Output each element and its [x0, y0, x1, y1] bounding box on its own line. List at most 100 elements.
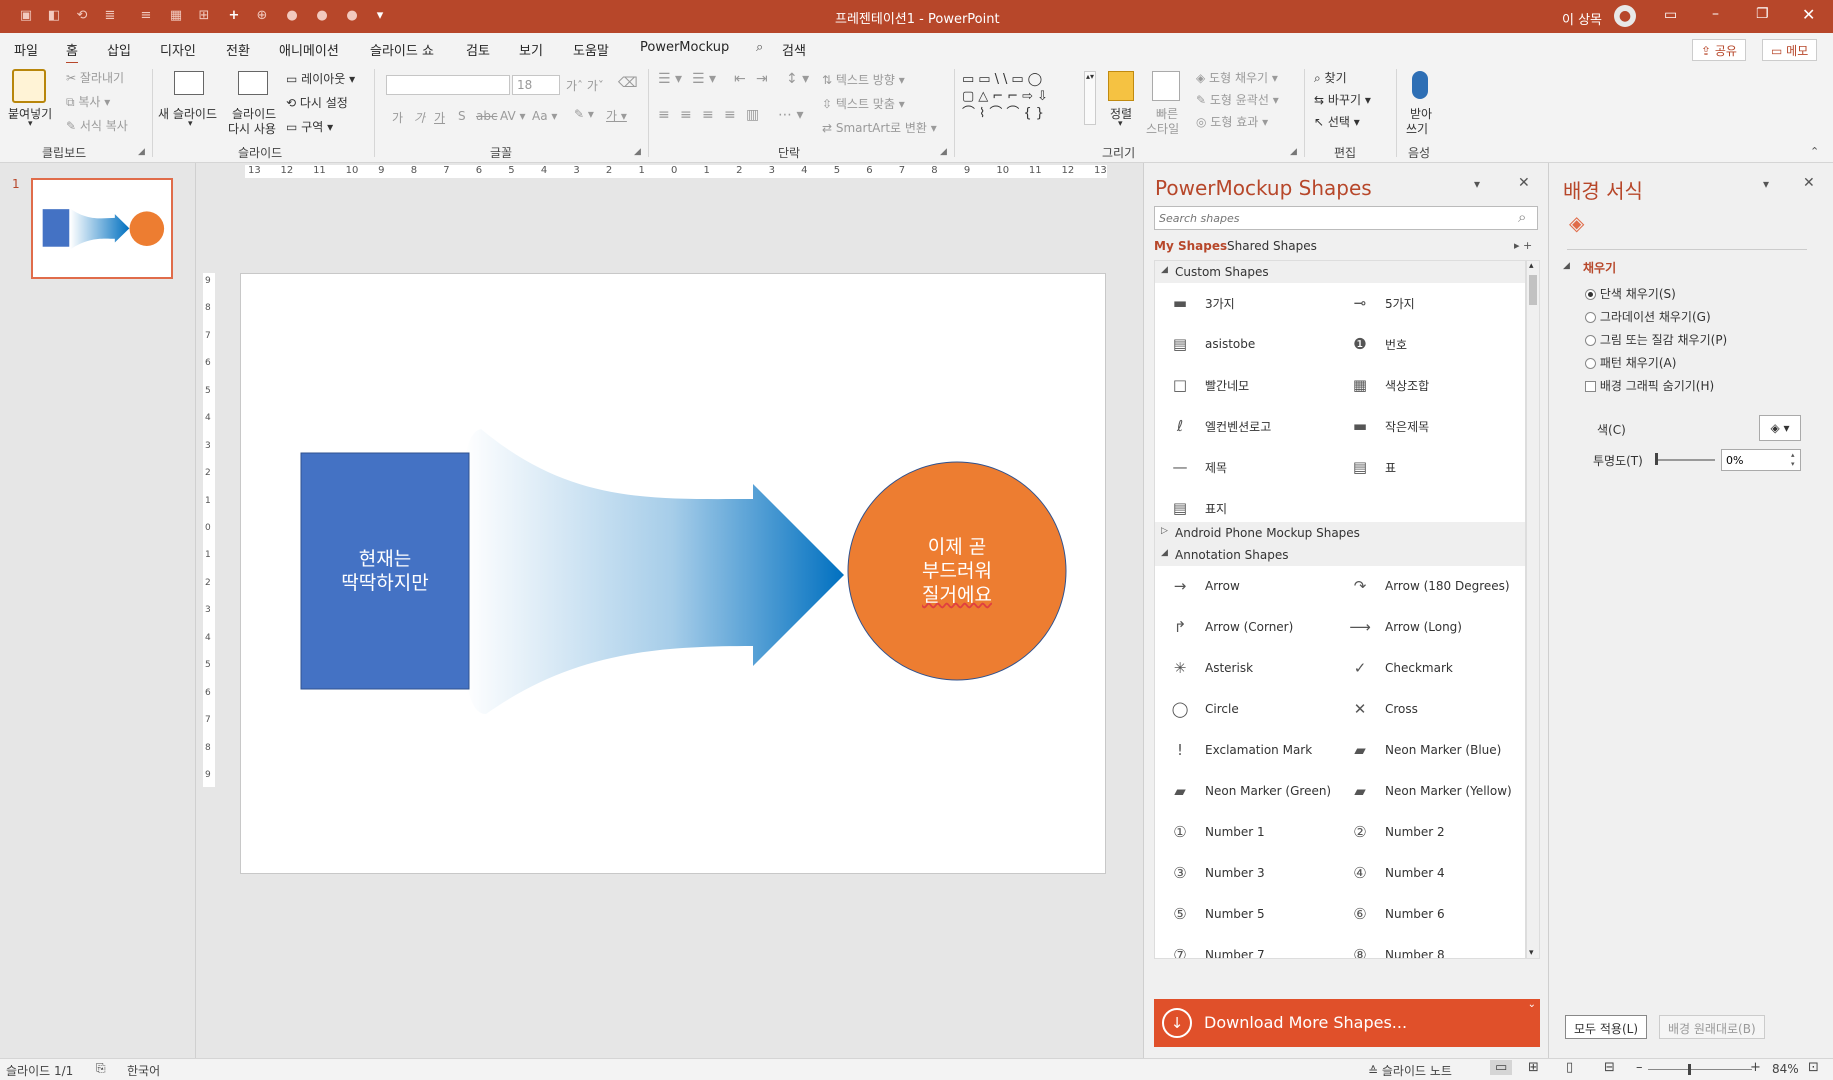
circle-text[interactable]: 이제 곧 부드러워 질거에요: [848, 462, 1066, 680]
shape-item[interactable]: ↱ Arrow (Corner): [1165, 607, 1294, 647]
zoom-in-icon[interactable]: +: [1750, 1060, 1761, 1075]
bullets-icon[interactable]: ☰ ▾: [658, 71, 682, 87]
paste-icon[interactable]: [12, 69, 46, 103]
copy-button[interactable]: ⧉ 복사 ▾: [66, 93, 110, 110]
highlight-icon[interactable]: ✎ ▾: [574, 107, 594, 121]
transparency-input[interactable]: [1721, 449, 1801, 471]
align-left-icon[interactable]: ≡: [658, 107, 670, 123]
select-button[interactable]: ↖ 선택 ▾: [1314, 113, 1360, 130]
bold-icon[interactable]: 가: [392, 109, 403, 126]
shape-item[interactable]: ⑤ Number 5: [1165, 894, 1264, 934]
shape-item[interactable]: ▰ Neon Marker (Yellow): [1345, 771, 1512, 811]
slide-thumbnail[interactable]: [31, 178, 173, 279]
shape-item[interactable]: ⑥ Number 6: [1345, 894, 1444, 934]
fill-section-heading[interactable]: 채우기: [1583, 259, 1616, 276]
zoom-level[interactable]: 84%: [1772, 1062, 1799, 1076]
transparency-slider[interactable]: [1655, 459, 1715, 461]
tab-slideshow[interactable]: 슬라이드 쇼: [370, 40, 434, 59]
transparency-slider-thumb[interactable]: [1655, 453, 1658, 465]
shape-item[interactable]: ✳ Asterisk: [1165, 648, 1253, 688]
tell-me-search[interactable]: 검색: [782, 40, 806, 59]
numbering-icon[interactable]: ☰ ▾: [692, 71, 716, 87]
search-input[interactable]: [1154, 206, 1538, 230]
apply-to-all-button[interactable]: 모두 적용(L): [1565, 1015, 1648, 1039]
solid-fill-radio[interactable]: 단색 채우기(S): [1585, 285, 1676, 302]
shape-item[interactable]: ▬ 작은제목: [1345, 406, 1429, 446]
shape-item[interactable]: ✕ Cross: [1345, 689, 1418, 729]
strikethrough-icon[interactable]: abc: [476, 109, 498, 123]
change-case-icon[interactable]: Aa ▾: [532, 109, 557, 123]
shape-item[interactable]: ❶ 번호: [1345, 324, 1407, 364]
shape-item[interactable]: ③ Number 3: [1165, 853, 1264, 893]
close-pane-icon[interactable]: ✕: [1803, 175, 1815, 191]
scroll-down-icon[interactable]: ▾: [1529, 948, 1534, 958]
add-icon[interactable]: +: [226, 8, 242, 24]
justify-icon[interactable]: ≡: [724, 107, 736, 123]
microphone-icon[interactable]: [1412, 71, 1428, 99]
gradient-fill-radio[interactable]: 그라데이션 채우기(G): [1585, 308, 1711, 325]
shape-item[interactable]: ⊸ 5가지: [1345, 283, 1415, 323]
new-slide-dropdown-icon[interactable]: ▾: [188, 119, 193, 129]
tab-review[interactable]: 검토: [466, 40, 490, 59]
pane-options-icon[interactable]: ▾: [1474, 177, 1480, 191]
rectangle-text[interactable]: 현재는 딱딱하지만: [301, 453, 469, 689]
slide-canvas[interactable]: 현재는 딱딱하지만 이제 곧 부드러워 질거에요: [240, 273, 1106, 874]
quick-access-icon[interactable]: ≣: [102, 8, 118, 24]
spellcheck-icon[interactable]: ⎘: [96, 1061, 106, 1076]
close-pane-icon[interactable]: ✕: [1518, 175, 1530, 191]
paste-dropdown-icon[interactable]: ▾: [28, 119, 33, 129]
zoom-slider[interactable]: [1648, 1069, 1752, 1070]
search-icon[interactable]: ⌕: [1518, 208, 1526, 226]
tab-powermockup[interactable]: PowerMockup: [640, 40, 729, 55]
section-button[interactable]: ▭ 구역 ▾: [286, 118, 333, 135]
customize-qat-icon[interactable]: ▾: [372, 8, 388, 24]
quick-access-icon[interactable]: ▦: [168, 8, 184, 24]
user-name[interactable]: 이 상목: [1562, 9, 1602, 28]
minimize-icon[interactable]: –: [1712, 6, 1719, 22]
normal-view-icon[interactable]: ▭: [1490, 1060, 1513, 1075]
language-indicator[interactable]: 한국어: [127, 1062, 160, 1079]
arrange-icon[interactable]: [1108, 71, 1134, 101]
share-button[interactable]: ⇪ 공유: [1692, 39, 1746, 61]
tab-home[interactable]: 홈: [66, 40, 78, 64]
shape-item[interactable]: ⑧ Number 8: [1345, 935, 1444, 958]
restore-icon[interactable]: ❐: [1756, 6, 1769, 22]
font-name-input[interactable]: [386, 75, 510, 95]
shape-item[interactable]: ▬ 3가지: [1165, 283, 1235, 323]
slide-sorter-icon[interactable]: ⊞: [1528, 1060, 1539, 1075]
search-icon[interactable]: ⌕: [756, 40, 763, 55]
italic-icon[interactable]: 가: [414, 109, 425, 126]
shape-item[interactable]: ℓ 엘컨벤션로고: [1165, 406, 1271, 446]
color-picker-button[interactable]: ◈ ▾: [1759, 415, 1801, 441]
shape-item[interactable]: — 제목: [1165, 447, 1228, 487]
download-more-button[interactable]: ↓ Download More Shapes... ⌄: [1154, 999, 1540, 1047]
clear-format-icon[interactable]: ⌫: [618, 75, 638, 91]
shape-effects-button[interactable]: ◎ 도형 효과 ▾: [1196, 113, 1268, 130]
gradient-arrow-shape[interactable]: [463, 429, 844, 714]
decrease-indent-icon[interactable]: ⇤: [734, 71, 746, 87]
line-spacing-icon[interactable]: ↕ ▾: [786, 71, 809, 87]
underline-icon[interactable]: 가: [434, 109, 445, 126]
expand-arrow-icon[interactable]: ▸ +: [1514, 239, 1532, 252]
zoom-slider-thumb[interactable]: [1688, 1064, 1691, 1075]
shape-item[interactable]: ② Number 2: [1345, 812, 1444, 852]
char-spacing-icon[interactable]: AV ▾: [500, 109, 526, 123]
avatar[interactable]: ●: [1614, 5, 1636, 27]
category-android[interactable]: ▷ Android Phone Mockup Shapes: [1155, 522, 1525, 544]
new-slide-icon[interactable]: [174, 71, 204, 95]
reset-background-button[interactable]: 배경 원래대로(B): [1659, 1015, 1765, 1039]
reset-button[interactable]: ⟲ 다시 설정: [286, 94, 348, 111]
quick-access-icon[interactable]: ⊞: [196, 8, 212, 24]
shape-item[interactable]: ▰ Neon Marker (Blue): [1345, 730, 1501, 770]
tab-transitions[interactable]: 전환: [226, 40, 250, 59]
picture-fill-radio[interactable]: 그림 또는 질감 채우기(P): [1585, 331, 1727, 348]
slideshow-icon[interactable]: ⊟: [1604, 1060, 1615, 1075]
hide-graphics-checkbox[interactable]: 배경 그래픽 숨기기(H): [1585, 377, 1714, 394]
reading-view-icon[interactable]: ▯: [1566, 1060, 1573, 1075]
shape-item[interactable]: ◯ Circle: [1165, 689, 1239, 729]
shape-item[interactable]: □ 빨간네모: [1165, 365, 1249, 405]
shape-item[interactable]: ① Number 1: [1165, 812, 1264, 852]
shape-item[interactable]: ↷ Arrow (180 Degrees): [1345, 566, 1510, 606]
tab-animations[interactable]: 애니메이션: [279, 40, 339, 59]
columns-icon[interactable]: ▥: [746, 107, 759, 123]
